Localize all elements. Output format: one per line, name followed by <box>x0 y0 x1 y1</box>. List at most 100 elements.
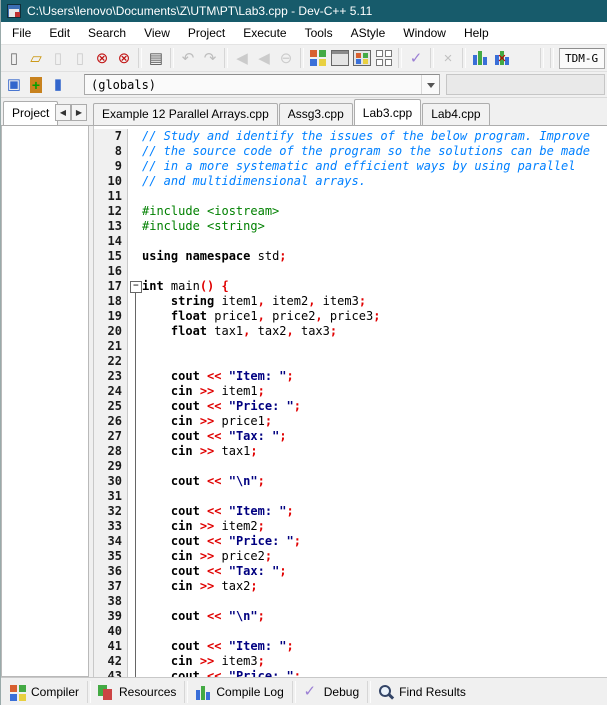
debug-tab-label: Debug <box>324 685 359 699</box>
profile-icon[interactable] <box>469 47 491 69</box>
scroll-right-icon[interactable]: ▶ <box>71 104 87 121</box>
new-project-icon[interactable]: ▣ <box>3 74 25 96</box>
remove-from-project-icon[interactable]: ▮ <box>47 74 69 96</box>
fold-gutter <box>128 144 142 159</box>
menu-window[interactable]: Window <box>394 23 455 43</box>
code-line: 34 cout << "Price: "; <box>94 534 607 549</box>
add-to-project-icon[interactable]: + <box>25 74 47 96</box>
fold-marker-icon[interactable] <box>128 279 142 294</box>
code-line: 26 cin >> price1; <box>94 414 607 429</box>
save-icon: ▯ <box>47 47 69 69</box>
run-icon[interactable] <box>329 47 351 69</box>
line-number: 36 <box>94 564 128 579</box>
editor-tab-lab4-cpp[interactable]: Lab4.cpp <box>422 103 489 125</box>
chevron-down-icon[interactable] <box>421 75 439 94</box>
code-text: cin >> item3; <box>142 654 265 669</box>
code-text: int main() { <box>142 279 229 294</box>
code-line: 22 <box>94 354 607 369</box>
code-text: float tax1, tax2, tax3; <box>142 324 337 339</box>
line-number: 41 <box>94 639 128 654</box>
editor-tab-assg3-cpp[interactable]: Assg3.cpp <box>279 103 353 125</box>
app-icon <box>7 4 21 18</box>
menu-file[interactable]: File <box>3 23 40 43</box>
fold-gutter <box>128 309 142 324</box>
debug-tab[interactable]: ✓ Debug <box>296 680 367 704</box>
new-file-icon[interactable]: ▯ <box>3 47 25 69</box>
line-number: 38 <box>94 594 128 609</box>
menu-edit[interactable]: Edit <box>40 23 79 43</box>
close-all-icon[interactable]: ⊗ <box>113 47 135 69</box>
goto-definition-icon: ◀ <box>253 47 275 69</box>
code-text: // Study and identify the issues of the … <box>142 129 590 144</box>
title-bar: C:\Users\lenovo\Documents\Z\UTM\PT\Lab3.… <box>1 0 607 22</box>
class-browser-select[interactable]: (globals) <box>84 74 440 95</box>
compiler-tab[interactable]: Compiler <box>3 680 87 704</box>
line-number: 37 <box>94 579 128 594</box>
menu-view[interactable]: View <box>135 23 179 43</box>
code-line: 39 cout << "\n"; <box>94 609 607 624</box>
toolbar-separator <box>170 48 174 68</box>
line-number: 43 <box>94 669 128 677</box>
fold-gutter <box>128 339 142 354</box>
resources-tab[interactable]: Resources <box>91 680 184 704</box>
fold-gutter <box>128 354 142 369</box>
compile-log-tab[interactable]: Compile Log <box>188 680 291 704</box>
compiler-select[interactable]: TDM-G <box>559 48 605 69</box>
line-number: 23 <box>94 369 128 384</box>
fold-gutter <box>128 294 142 309</box>
line-number: 31 <box>94 489 128 504</box>
open-file-icon[interactable]: ▱ <box>25 47 47 69</box>
code-line: 33 cin >> item2; <box>94 519 607 534</box>
code-line: 24 cin >> item1; <box>94 384 607 399</box>
scroll-left-icon[interactable]: ◀ <box>55 104 71 121</box>
fold-gutter <box>128 459 142 474</box>
menu-project[interactable]: Project <box>179 23 234 43</box>
menu-tools[interactable]: Tools <box>296 23 342 43</box>
line-number: 33 <box>94 519 128 534</box>
menu-help[interactable]: Help <box>455 23 498 43</box>
code-line: 27 cout << "Tax: "; <box>94 429 607 444</box>
menu-search[interactable]: Search <box>79 23 135 43</box>
print-icon[interactable]: ▤ <box>145 47 167 69</box>
toolbar-separator <box>300 48 304 68</box>
code-line: 40 <box>94 624 607 639</box>
code-text: cout << "\n"; <box>142 474 265 489</box>
code-text: cout << "Tax: "; <box>142 564 287 579</box>
menu-execute[interactable]: Execute <box>234 23 295 43</box>
line-number: 32 <box>94 504 128 519</box>
redo-icon: ↷ <box>199 47 221 69</box>
code-line: 36 cout << "Tax: "; <box>94 564 607 579</box>
delete-profile-icon[interactable]: × <box>491 47 513 69</box>
toolbar-separator <box>138 48 142 68</box>
toolbar-separator <box>462 48 466 68</box>
fold-gutter <box>128 429 142 444</box>
project-panel[interactable] <box>1 126 89 677</box>
rebuild-all-icon[interactable] <box>373 47 395 69</box>
code-line: 18 string item1, item2, item3; <box>94 294 607 309</box>
fold-gutter <box>128 264 142 279</box>
code-editor[interactable]: 7// Study and identify the issues of the… <box>93 126 607 677</box>
code-line: 14 <box>94 234 607 249</box>
main-toolbar-icons: ▯▱▯▯⊗⊗▤↶↷◀◀⊖✓×× <box>3 47 513 69</box>
goto-declaration-icon: ◀ <box>231 47 253 69</box>
menu-astyle[interactable]: AStyle <box>342 23 395 43</box>
code-line: 37 cin >> tax2; <box>94 579 607 594</box>
fold-gutter <box>128 549 142 564</box>
code-line: 21 <box>94 339 607 354</box>
compile-run-icon[interactable] <box>351 47 373 69</box>
syntax-check-icon[interactable]: ✓ <box>405 47 427 69</box>
compile-icon[interactable] <box>307 47 329 69</box>
find-results-tab[interactable]: Find Results <box>371 680 474 704</box>
debug-check-icon: ✓ <box>300 682 320 702</box>
code-text: cin >> price1; <box>142 414 272 429</box>
toolbar-separator <box>550 48 554 68</box>
editor-tab-lab3-cpp[interactable]: Lab3.cpp <box>354 99 421 125</box>
tab-project[interactable]: Project <box>3 101 58 125</box>
class-browser-value: (globals) <box>91 78 156 92</box>
code-text: string item1, item2, item3; <box>142 294 366 309</box>
close-file-icon[interactable]: ⊗ <box>91 47 113 69</box>
editor-tab-example-12-parallel-arrays-cpp[interactable]: Example 12 Parallel Arrays.cpp <box>93 103 278 125</box>
fold-gutter <box>128 384 142 399</box>
line-number: 34 <box>94 534 128 549</box>
code-text: #include <string> <box>142 219 265 234</box>
